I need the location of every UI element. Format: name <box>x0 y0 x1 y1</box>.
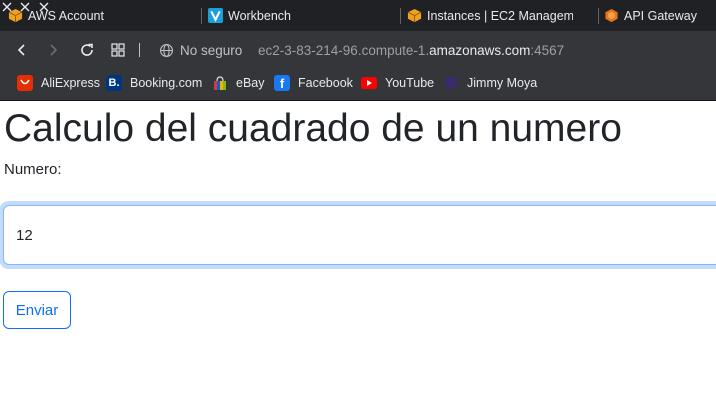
url-prefix: ec2-3-83-214-96.compute-1. <box>258 42 430 58</box>
facebook-icon: f <box>274 75 290 91</box>
security-status-text: No seguro <box>180 42 243 58</box>
bookmark-jimmy-moya[interactable]: Jimmy Moya <box>443 69 537 97</box>
forward-button[interactable] <box>42 31 64 69</box>
tab-aws-account[interactable]: AWS Account <box>8 0 198 31</box>
tab-grid-button[interactable] <box>107 31 129 69</box>
tab-title: API Gateway <box>624 8 697 23</box>
booking-icon: B. <box>106 75 122 91</box>
bookmark-label: AliExpress <box>41 76 101 90</box>
page-content: Calculo del cuadrado de un numero Numero… <box>0 101 716 417</box>
site-info-button[interactable]: No seguro <box>159 31 242 69</box>
bookmark-aliexpress[interactable]: AliExpress <box>17 69 100 97</box>
url-domain: amazonaws.com <box>429 42 531 58</box>
bookmark-label: Jimmy Moya <box>467 76 538 90</box>
bookmark-label: eBay <box>236 76 265 90</box>
back-button[interactable] <box>11 31 33 69</box>
tab-workbench[interactable]: Workbench <box>208 0 398 31</box>
url-port: :4567 <box>530 42 565 58</box>
youtube-icon <box>361 77 377 89</box>
enviar-button[interactable]: Enviar <box>3 291 71 329</box>
tab-strip: AWS Account Workbench Instances | EC2 Ma… <box>0 0 716 31</box>
twitch-icon <box>443 75 459 91</box>
tab-title: Instances | EC2 Management Console <box>427 8 573 23</box>
aliexpress-icon <box>17 75 33 91</box>
numero-input[interactable] <box>3 205 716 265</box>
bookmark-youtube[interactable]: YouTube <box>361 69 434 97</box>
tab-api-gateway[interactable]: API Gateway <box>604 0 716 31</box>
tab-ec2-instances[interactable]: Instances | EC2 Management Console <box>407 0 573 31</box>
arrow-right-icon <box>50 44 58 56</box>
reload-icon <box>81 43 93 56</box>
tab-separator <box>598 8 599 24</box>
reload-button[interactable] <box>76 31 98 69</box>
address-bar[interactable]: ec2-3-83-214-96.compute-1. amazonaws.com:… <box>258 31 564 69</box>
grid-icon <box>111 43 125 57</box>
bookmarks-bar: AliExpress B. Booking.com eBay f Faceboo… <box>0 69 716 100</box>
bookmark-label: Facebook <box>298 76 353 90</box>
aws-box-icon <box>8 8 23 23</box>
globe-icon <box>160 43 173 57</box>
bookmark-booking[interactable]: B. Booking.com <box>106 69 202 97</box>
bookmark-label: Booking.com <box>130 76 203 90</box>
bookmark-ebay[interactable]: eBay <box>212 69 265 97</box>
tab-title: Workbench <box>228 8 291 23</box>
tab-separator <box>201 8 202 24</box>
aws-box-icon <box>407 8 422 23</box>
tab-title: AWS Account <box>28 8 104 23</box>
bookmark-label: YouTube <box>385 76 435 90</box>
api-gateway-icon <box>604 8 619 23</box>
vocareum-v-icon <box>208 8 223 23</box>
numero-label: Numero: <box>4 161 62 178</box>
tab-separator <box>400 8 401 24</box>
arrow-left-icon <box>17 44 25 56</box>
toolbar-divider <box>139 43 140 57</box>
bookmark-facebook[interactable]: f Facebook <box>274 69 353 97</box>
page-title: Calculo del cuadrado de un numero <box>4 107 622 150</box>
ebay-bag-icon <box>212 75 228 91</box>
